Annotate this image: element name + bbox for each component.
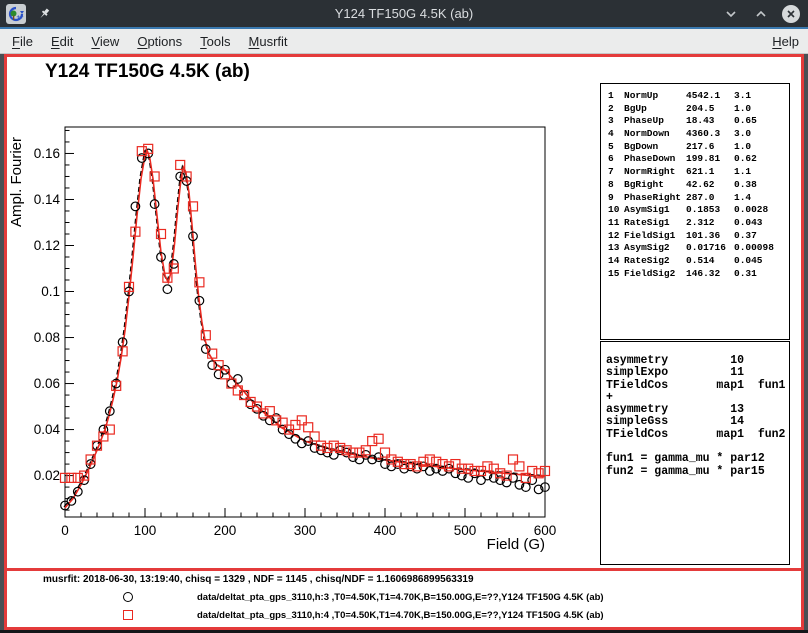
theory-line: simpleGss 14 bbox=[606, 416, 789, 428]
menu-options[interactable]: Options bbox=[128, 29, 191, 54]
series-square bbox=[61, 144, 550, 482]
x-tick-label: 300 bbox=[294, 523, 317, 538]
data-point bbox=[509, 455, 518, 464]
parameter-row: 2BgUp204.51.0 bbox=[608, 103, 789, 116]
menu-tools[interactable]: Tools bbox=[191, 29, 239, 54]
plot-canvas[interactable]: 0.02 0.04 0.06 0.08 0.1 0.12 0.14 0.16 0 100 200 30… bbox=[4, 54, 804, 568]
x-tick-label: 0 bbox=[61, 523, 69, 538]
plot-title: Y124 TF150G 4.5K (ab) bbox=[45, 61, 250, 82]
theory-line: fun1 = gamma_mu * par12 bbox=[606, 453, 789, 465]
y-tick-label: 0.14 bbox=[34, 192, 61, 207]
menu-view[interactable]: View bbox=[82, 29, 128, 54]
parameter-row: 12FieldSig1101.360.37 bbox=[608, 230, 789, 243]
parameter-row: 1NormUp4542.13.1 bbox=[608, 90, 789, 103]
titlebar[interactable]: ++ Y124 TF150G 4.5K (ab) bbox=[0, 0, 808, 27]
parameter-row: 15FieldSig2146.320.31 bbox=[608, 268, 789, 281]
x-axis-title: Field (G) bbox=[487, 536, 545, 553]
x-tick-label: 100 bbox=[134, 523, 157, 538]
data-point bbox=[515, 462, 524, 471]
parameter-row: 8BgRight42.620.38 bbox=[608, 179, 789, 192]
data-point bbox=[163, 285, 172, 294]
y-tick-label: 0.16 bbox=[34, 146, 60, 161]
plot-frame bbox=[65, 127, 545, 517]
x-tick-label: 400 bbox=[374, 523, 397, 538]
legend-marker-circle bbox=[123, 592, 133, 602]
data-point bbox=[368, 437, 377, 446]
legend-marker-square bbox=[123, 610, 133, 620]
parameter-row: 11RateSig12.3120.043 bbox=[608, 217, 789, 230]
parameter-row: 9PhaseRight287.01.4 bbox=[608, 192, 789, 205]
legend-entry-label: data/deltat_pta_gps_3110,h:4 ,T0=4.50K,T… bbox=[197, 610, 604, 621]
legend-pane: musrfit: 2018-06-30, 13:19:40, chisq = 1… bbox=[4, 568, 804, 630]
fit-status-line: musrfit: 2018-06-30, 13:19:40, chisq = 1… bbox=[43, 574, 474, 585]
y-tick-label: 0.1 bbox=[41, 284, 60, 299]
fit-parameters-box[interactable]: 1NormUp4542.13.12BgUp204.51.03PhaseUp18.… bbox=[600, 83, 790, 340]
parameter-row: 6PhaseDown199.810.62 bbox=[608, 153, 789, 166]
theory-line: fun2 = gamma_mu * par15 bbox=[606, 466, 789, 478]
data-point bbox=[208, 361, 217, 370]
close-button[interactable] bbox=[782, 5, 800, 23]
legend-entry-label: data/deltat_pta_gps_3110,h:3 ,T0=4.50K,T… bbox=[197, 592, 604, 603]
y-tick-label: 0.12 bbox=[34, 238, 60, 253]
menu-help[interactable]: Help bbox=[763, 29, 808, 54]
y-axis-title: Ampl. Fourier bbox=[8, 137, 25, 227]
data-point bbox=[304, 423, 313, 432]
theory-line: TFieldCos map1 fun2 bbox=[606, 429, 789, 441]
theory-line: TFieldCos map1 fun1 bbox=[606, 380, 789, 392]
maximize-button[interactable] bbox=[752, 5, 770, 23]
parameter-row: 3PhaseUp18.430.65 bbox=[608, 115, 789, 128]
menu-file[interactable]: File bbox=[3, 29, 42, 54]
data-point bbox=[381, 448, 390, 457]
y-tick-label: 0.06 bbox=[34, 376, 60, 391]
series-circle bbox=[61, 149, 550, 510]
app-window: ++ Y124 TF150G 4.5K (ab) bbox=[0, 0, 808, 633]
data-point bbox=[425, 455, 434, 464]
theory-line: simplExpo 11 bbox=[606, 367, 789, 379]
fit-h3 bbox=[64, 150, 544, 507]
x-tick-label: 500 bbox=[454, 523, 477, 538]
parameter-row: 10AsymSig10.18530.0028 bbox=[608, 204, 789, 217]
y-tick-label: 0.02 bbox=[34, 468, 60, 483]
theory-box[interactable]: asymmetry 10simplExpo 11TFieldCos map1 f… bbox=[600, 341, 790, 565]
y-tick-label: 0.04 bbox=[34, 422, 61, 437]
parameter-row: 4NormDown4360.33.0 bbox=[608, 128, 789, 141]
data-point bbox=[509, 474, 518, 483]
window-title: Y124 TF150G 4.5K (ab) bbox=[0, 6, 808, 21]
menu-musrfit[interactable]: Musrfit bbox=[240, 29, 297, 54]
parameter-row: 14RateSig20.5140.045 bbox=[608, 255, 789, 268]
data-point bbox=[310, 432, 319, 441]
data-point bbox=[374, 434, 383, 443]
minimize-button[interactable] bbox=[722, 5, 740, 23]
parameter-row: 7NormRight621.11.1 bbox=[608, 166, 789, 179]
data-point bbox=[67, 473, 76, 482]
menubar: File Edit View Options Tools Musrfit Hel… bbox=[0, 29, 808, 54]
y-tick-label: 0.08 bbox=[34, 330, 60, 345]
parameter-row: 5BgDown217.61.0 bbox=[608, 141, 789, 154]
parameter-row: 13AsymSig20.017160.00098 bbox=[608, 242, 789, 255]
canvas-area: 0.02 0.04 0.06 0.08 0.1 0.12 0.14 0.16 0 100 200 30… bbox=[4, 54, 804, 630]
x-tick-label: 200 bbox=[214, 523, 237, 538]
data-point bbox=[528, 476, 537, 485]
menu-edit[interactable]: Edit bbox=[42, 29, 82, 54]
